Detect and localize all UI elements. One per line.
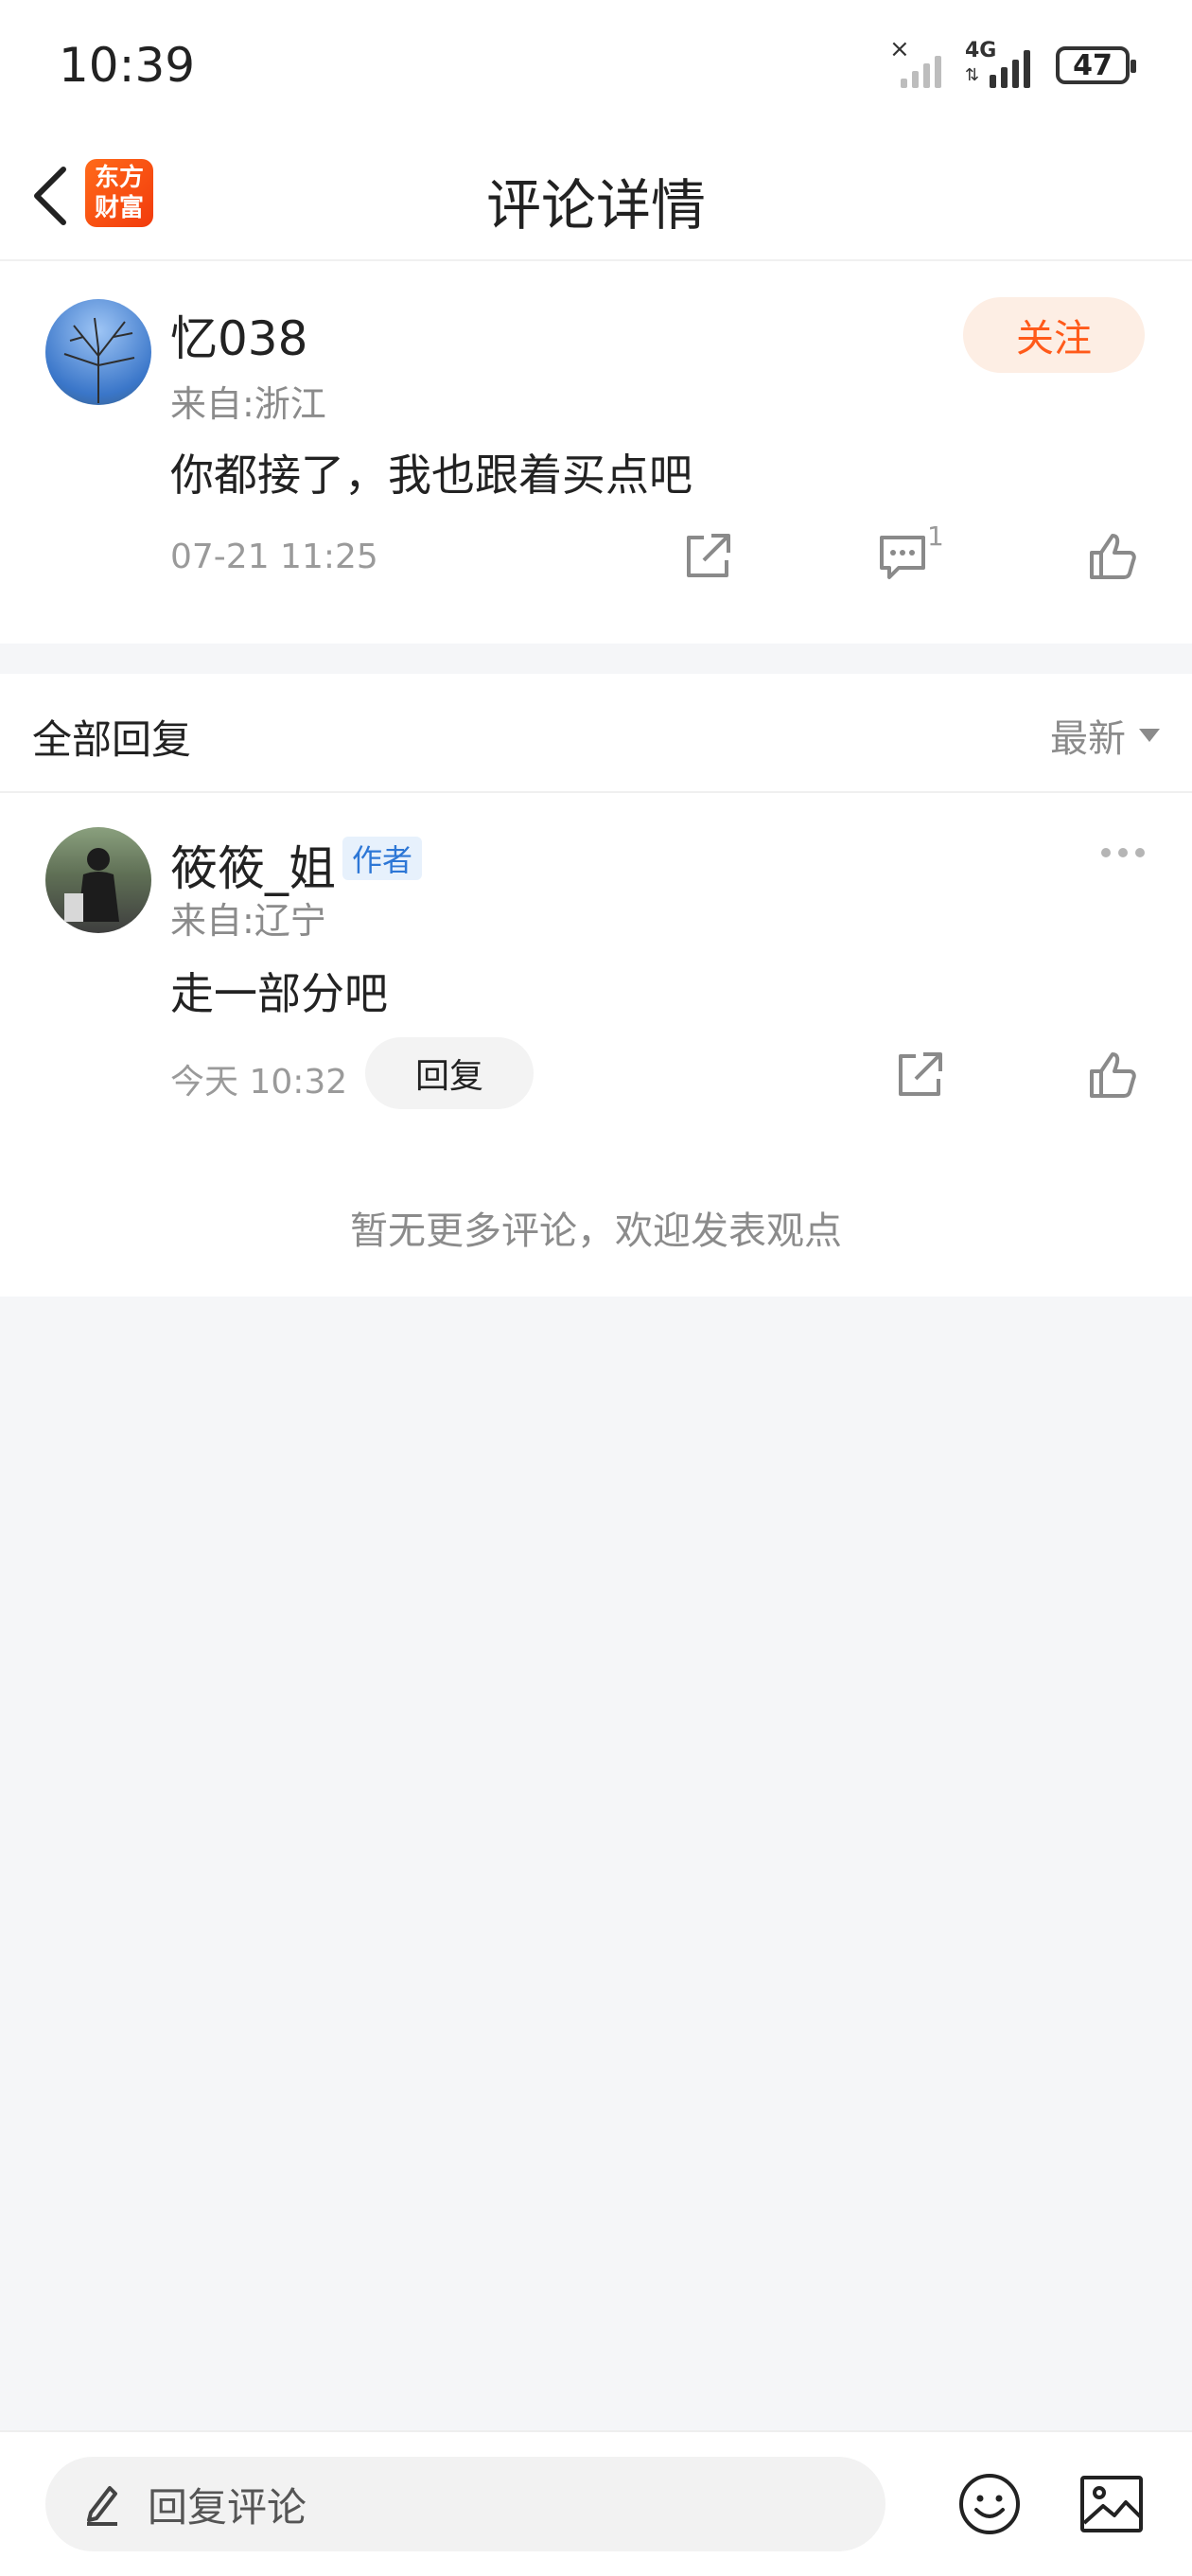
reply-item: 筱筱_姐 作者 来自:辽宁 走一部分吧 今天 10:32 回复 暂无更多评论，欢…	[0, 793, 1192, 1297]
comment-icon[interactable]	[876, 530, 929, 583]
reply-button[interactable]: 回复	[365, 1037, 534, 1109]
status-time: 10:39	[59, 38, 196, 93]
reply-input[interactable]: 回复评论	[45, 2457, 885, 2551]
share-icon[interactable]	[681, 530, 734, 583]
replies-title: 全部回复	[32, 716, 192, 763]
status-icons: × 4G ⇅ 47	[889, 35, 1136, 88]
sort-dropdown[interactable]: 最新	[1050, 708, 1160, 763]
reply-content: 走一部分吧	[170, 968, 388, 1019]
reply-username[interactable]: 筱筱_姐	[170, 831, 336, 899]
signal-4g-icon: 4G ⇅	[965, 39, 1039, 88]
caret-down-icon	[1139, 729, 1160, 742]
reply-time: 今天 10:32	[170, 1063, 348, 1102]
emoji-smile-icon[interactable]	[955, 2470, 1024, 2538]
author-badge: 作者	[342, 837, 423, 880]
nav-bar: 东方 财富 评论详情	[0, 132, 1192, 261]
comment-content: 你都接了，我也跟着买点吧	[170, 450, 692, 501]
page-title: 评论详情	[485, 173, 706, 238]
replies-header: 全部回复 最新	[0, 674, 1192, 793]
comment-time: 07-21 11:25	[170, 538, 378, 576]
image-icon[interactable]	[1078, 2474, 1145, 2534]
comment-location: 来自:浙江	[170, 383, 326, 425]
comment-username[interactable]: 忆038	[170, 301, 307, 369]
follow-button[interactable]: 关注	[963, 297, 1145, 373]
signal-no-service-icon: ×	[889, 35, 948, 88]
reply-count: 1	[927, 520, 944, 552]
share-icon[interactable]	[893, 1049, 946, 1102]
more-dots-icon[interactable]	[1101, 848, 1145, 857]
reply-composer: 回复评论	[0, 2430, 1192, 2576]
battery-level: 47	[1073, 48, 1113, 82]
no-more-comments-text: 暂无更多评论，欢迎发表观点	[350, 1209, 842, 1253]
avatar-person-image	[64, 848, 119, 922]
main-comment: 忆038 来自:浙江 你都接了，我也跟着买点吧 07-21 11:25 关注 1	[0, 261, 1192, 644]
status-bar: 10:39 × 4G ⇅ 47	[0, 0, 1192, 132]
reply-avatar[interactable]	[45, 827, 151, 933]
pencil-icon	[87, 2486, 117, 2526]
reply-input-placeholder: 回复评论	[148, 2483, 307, 2531]
avatar-tree-image	[63, 317, 135, 403]
sort-label: 最新	[1050, 717, 1126, 761]
battery-icon: 47	[1056, 46, 1136, 84]
avatar[interactable]	[45, 299, 151, 405]
reply-location: 来自:辽宁	[170, 900, 326, 942]
like-icon[interactable]	[1086, 1049, 1139, 1102]
like-icon[interactable]	[1086, 530, 1139, 583]
